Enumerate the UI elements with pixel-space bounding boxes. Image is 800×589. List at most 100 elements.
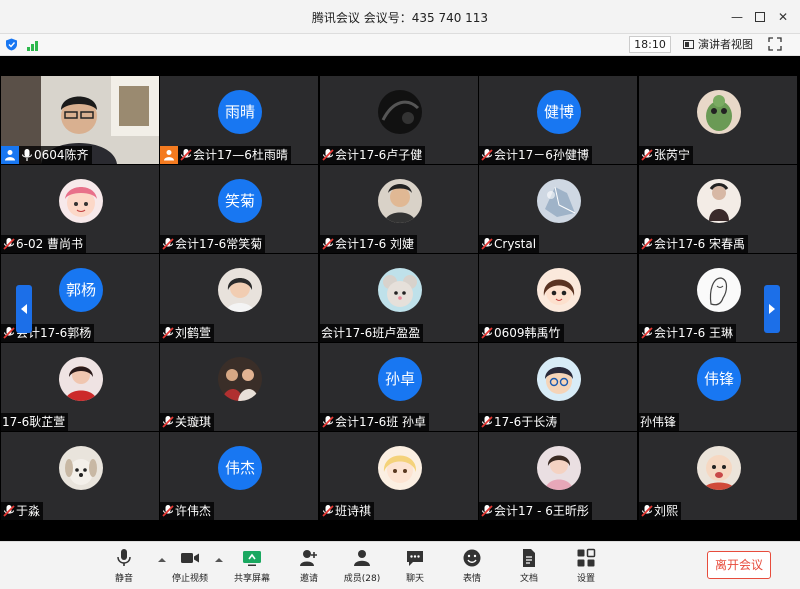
chat-icon — [407, 551, 423, 566]
documents-button[interactable]: 文档 — [501, 548, 557, 586]
participant-tile[interactable]: 于淼 — [1, 432, 159, 520]
minimize-icon[interactable]: — — [728, 8, 746, 26]
participant-tile[interactable]: 笑菊 会计17-6常笑菊 — [160, 165, 318, 253]
mic-muted-icon — [641, 149, 653, 161]
participant-name: 0604陈齐 — [34, 148, 89, 162]
mic-muted-icon — [641, 505, 653, 517]
participant-tile[interactable]: 17-6于长涛 — [479, 343, 637, 431]
girl-photo-icon — [218, 268, 262, 312]
avatar: 孙卓 — [378, 357, 422, 401]
participant-name-bar: 会计17-6 刘婕 — [320, 235, 418, 253]
share-screen-icon — [243, 551, 261, 566]
video-options-caret-icon[interactable] — [215, 556, 223, 564]
participant-tile[interactable]: 会计17-6 刘婕 — [320, 165, 478, 253]
participant-name-bar: 会计17－6孙健博 — [479, 146, 592, 164]
participant-name-bar: 孙伟锋 — [639, 413, 680, 431]
avatar: 伟锋 — [697, 357, 741, 401]
participant-name: 张芮宁 — [654, 148, 691, 162]
participant-tile[interactable]: 6-02 曹尚书 — [1, 165, 159, 253]
participant-name-bar: 17-6于长涛 — [479, 413, 561, 431]
shield-icon[interactable] — [5, 38, 18, 51]
participant-name: 会计17－6孙健博 — [494, 148, 589, 162]
participant-tile[interactable]: 会计17 - 6王昕彤 — [479, 432, 637, 520]
members-button[interactable]: 成员(28) — [334, 548, 390, 586]
participant-tile[interactable]: 班诗祺 — [320, 432, 478, 520]
participant-name: 6-02 曹尚书 — [16, 237, 84, 251]
meeting-window: 腾讯会议 会议号：435 740 113 — ✕ 18:10 演讲者视图 060… — [0, 0, 800, 589]
maximize-icon[interactable] — [751, 8, 769, 26]
chat-button[interactable]: 聊天 — [387, 548, 443, 586]
portrait-icon — [378, 179, 422, 223]
participant-tile[interactable]: 刘熙 — [639, 432, 797, 520]
participant-tile[interactable]: 雨晴 会计17—6杜雨晴 — [160, 76, 318, 164]
participant-name-bar: 关璇琪 — [160, 413, 215, 431]
participant-name-bar: 会计17-6班卢盈盈 — [320, 324, 424, 342]
mute-button[interactable]: 静音 — [96, 548, 152, 586]
mic-muted-icon — [162, 416, 174, 428]
participant-tile[interactable]: 17-6耿芷萱 — [1, 343, 159, 431]
next-page-button[interactable] — [764, 285, 780, 333]
dog-icon — [59, 446, 103, 490]
video-camera-icon — [181, 553, 199, 563]
avatar: 郭杨 — [59, 268, 103, 312]
mic-muted-icon — [481, 238, 493, 250]
speaker-view-label: 演讲者视图 — [698, 38, 753, 51]
participant-name: 许伟杰 — [175, 504, 212, 518]
participant-tile[interactable]: 会计17-6卢子健 — [320, 76, 478, 164]
host-icon — [160, 146, 178, 164]
document-icon — [523, 549, 535, 567]
emoji-icon — [463, 549, 481, 567]
host-icon — [1, 146, 19, 164]
red-girl-icon — [59, 357, 103, 401]
video-gallery: 0604陈齐 雨晴 会计17—6杜雨晴会计17-6卢子健 健博 会计17－6孙健博张芮宁… — [0, 75, 800, 521]
participant-name-bar: 许伟杰 — [160, 502, 215, 520]
participant-tile[interactable]: 伟锋孙伟锋 — [639, 343, 797, 431]
participant-name-bar: 17-6耿芷萱 — [1, 413, 69, 431]
baby-icon — [697, 446, 741, 490]
settings-button[interactable]: 设置 — [558, 548, 614, 586]
participant-name: 刘鹤萱 — [175, 326, 212, 340]
participant-name: 刘熙 — [654, 504, 679, 518]
participant-tile[interactable]: Crystal — [479, 165, 637, 253]
leave-meeting-button[interactable]: 离开会议 — [707, 551, 771, 579]
cartoon-boy-icon — [537, 357, 581, 401]
participant-tile[interactable]: 0609韩禹竹 — [479, 254, 637, 342]
mic-muted-icon — [641, 238, 653, 250]
participant-tile[interactable]: 孙卓会计17-6班 孙卓 — [320, 343, 478, 431]
participant-name: 会计17-6 宋春禹 — [654, 237, 746, 251]
participant-tile[interactable]: 会计17-6 宋春禹 — [639, 165, 797, 253]
participant-name-bar: 会计17-6班 孙卓 — [320, 413, 430, 431]
chevron-left-icon — [21, 304, 27, 314]
mic-muted-icon — [481, 505, 493, 517]
participant-name: 孙伟锋 — [640, 415, 677, 429]
participant-name-bar: 会计17 - 6王昕彤 — [479, 502, 592, 520]
control-bar: 静音 停止视频 共享屏幕 邀请 成员(28) 聊天 表情 文档 设置 离开会议 — [0, 541, 800, 589]
fullscreen-icon[interactable] — [768, 37, 782, 51]
participant-tile[interactable]: 健博 会计17－6孙健博 — [479, 76, 637, 164]
participant-name-bar: 会计17-6卢子健 — [320, 146, 426, 164]
microphone-icon — [117, 549, 131, 566]
reactions-button[interactable]: 表情 — [444, 548, 500, 586]
participant-tile[interactable]: 会计17-6班卢盈盈 — [320, 254, 478, 342]
avatar: 笑菊 — [218, 179, 262, 223]
signal-icon[interactable] — [27, 39, 41, 51]
pink-girl-icon — [537, 446, 581, 490]
participant-tile[interactable]: 刘鹤萱 — [160, 254, 318, 342]
share-screen-button[interactable]: 共享屏幕 — [224, 548, 280, 586]
microphone-icon — [22, 149, 32, 161]
stop-video-button[interactable]: 停止视频 — [162, 548, 218, 586]
mic-muted-icon — [3, 505, 15, 517]
participant-tile[interactable]: 0604陈齐 — [1, 76, 159, 164]
participant-name: 会计17-6卢子健 — [335, 148, 423, 162]
close-icon[interactable]: ✕ — [774, 8, 792, 26]
participant-tile[interactable]: 伟杰 许伟杰 — [160, 432, 318, 520]
invite-button[interactable]: 邀请 — [281, 548, 337, 586]
participant-tile[interactable]: 张芮宁 — [639, 76, 797, 164]
prev-page-button[interactable] — [16, 285, 32, 333]
participant-tile[interactable]: 关璇琪 — [160, 343, 318, 431]
anime-girl-icon — [537, 268, 581, 312]
participant-name-bar: 张芮宁 — [639, 146, 694, 164]
participant-name-bar: 0604陈齐 — [1, 146, 92, 164]
speaker-view-button[interactable]: 演讲者视图 — [683, 36, 753, 53]
title-bar: 腾讯会议 会议号：435 740 113 — ✕ — [0, 0, 800, 34]
